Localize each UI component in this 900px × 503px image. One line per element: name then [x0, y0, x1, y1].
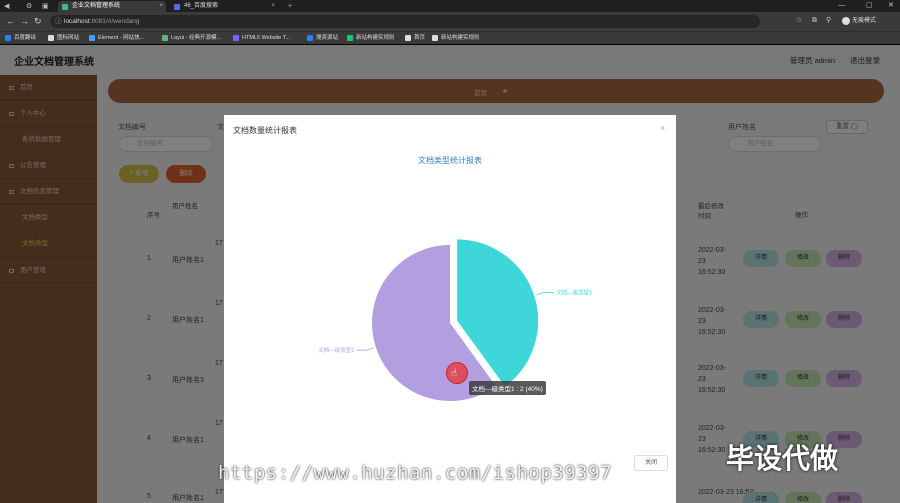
- maximize-icon[interactable]: ▢: [866, 0, 873, 12]
- tab-back-icon[interactable]: ◀: [4, 1, 9, 12]
- back-icon[interactable]: ←: [6, 15, 15, 27]
- incognito-avatar-icon: [842, 17, 850, 25]
- bookmark-label: 百度翻译: [14, 35, 37, 41]
- bookmark-item[interactable]: Layui - 经典开源模...: [162, 32, 221, 45]
- incognito-profile[interactable]: 无痕模式: [842, 15, 876, 27]
- bookmark-icon: [307, 35, 313, 41]
- hand-cursor-icon: ☝: [451, 368, 458, 379]
- url-field[interactable]: ⓘ localhost:8081/#/wendang: [50, 15, 760, 28]
- pie-chart: 文档—级类型1 文档—级类型2: [318, 238, 592, 401]
- vue-favicon-icon: [62, 4, 68, 10]
- bookmark-item[interactable]: 百度翻译: [5, 32, 36, 45]
- extension-icon[interactable]: ⧉: [812, 15, 817, 27]
- bookmark-label: 搜资源站: [316, 35, 339, 41]
- bookmark-item[interactable]: Element - 网站快...: [89, 32, 144, 45]
- tab-close-icon[interactable]: ×: [271, 1, 275, 12]
- bookmark-item[interactable]: HTML5 Website T...: [233, 32, 290, 45]
- page-viewport: 企业文档管理系统 管理员 admin 退出登录 首页 个人中心 系统数据管理 公…: [0, 45, 900, 503]
- bookmark-icon: [432, 35, 438, 41]
- chart-dialog: 文档数量统计报表 × 文档类型统计报表 文档—级类型1 文档—级类型2: [224, 115, 676, 503]
- bookmark-icon: [48, 35, 54, 41]
- pie-slice-label: 文档—级类型2: [318, 346, 354, 354]
- tab-active[interactable]: 企业文档管理系统 ×: [58, 1, 166, 12]
- tab-close-icon[interactable]: ×: [159, 1, 163, 12]
- bookmark-label: 首页: [414, 35, 426, 41]
- new-tab-button[interactable]: +: [288, 1, 292, 12]
- info-icon: ⓘ: [55, 18, 62, 25]
- url-host: localhost: [64, 18, 90, 25]
- tab-overview-icon[interactable]: ▣: [42, 1, 49, 12]
- bookmark-icon: [405, 35, 411, 41]
- bookmark-icon: [162, 35, 168, 41]
- baidu-favicon-icon: [174, 4, 180, 10]
- watermark-url: https://www.huzhan.com/ishop39397: [218, 462, 612, 484]
- bookmark-star-icon[interactable]: ☆: [796, 15, 802, 27]
- window-close-icon[interactable]: ✕: [888, 0, 894, 12]
- bookmark-item[interactable]: 搜资源站: [307, 32, 338, 45]
- url-path: :8081/#/wendang: [89, 18, 140, 25]
- tab-label: 46_百度搜索: [184, 3, 219, 9]
- tab-search-icon[interactable]: ⚙: [26, 1, 32, 12]
- bookmark-icon: [233, 35, 239, 41]
- pie-slice-label: 文档—级类型1: [556, 288, 592, 296]
- bookmark-icon: [5, 35, 11, 41]
- bookmark-label: Layui - 经典开源模...: [171, 35, 222, 41]
- bookmark-label: 图标网站: [57, 35, 80, 41]
- bookmark-item[interactable]: 新站构建实规则: [432, 32, 480, 45]
- bookmark-label: Element - 网站快...: [98, 35, 145, 41]
- bookmark-item[interactable]: 首页: [405, 32, 425, 45]
- bookmark-label: 新站构建实规则: [356, 35, 395, 41]
- reload-icon[interactable]: ↻: [34, 15, 42, 27]
- chart-tooltip: 文档—级类型1 : 2 (40%): [469, 381, 546, 395]
- bookmark-label: HTML5 Website T...: [242, 35, 291, 41]
- pie-label-line: [536, 292, 555, 296]
- incognito-label: 无痕模式: [852, 18, 877, 24]
- bookmark-item[interactable]: 图标网站: [48, 32, 79, 45]
- browser-tab-strip: ◀ ⚙ ▣ 企业文档管理系统 × 46_百度搜索 × + — ▢ ✕: [0, 0, 900, 12]
- bookmark-icon: [89, 35, 95, 41]
- watermark-text: 毕设代做: [726, 443, 839, 474]
- forward-icon[interactable]: →: [20, 15, 29, 27]
- pie-label-line: [356, 347, 375, 351]
- dialog-close-button[interactable]: 关闭: [634, 455, 668, 471]
- puzzle-icon[interactable]: ⚲: [826, 15, 831, 27]
- bookmark-label: 新站构建实规则: [441, 35, 480, 41]
- bookmark-item[interactable]: 新站构建实规则: [347, 32, 395, 45]
- tab-label: 企业文档管理系统: [72, 3, 121, 9]
- bookmark-icon: [347, 35, 353, 41]
- minimize-icon[interactable]: —: [838, 0, 845, 12]
- bookmarks-bar: 百度翻译 图标网站 Element - 网站快... Layui - 经典开源模…: [0, 31, 900, 44]
- tab-baidu[interactable]: 46_百度搜索 ×: [170, 1, 278, 12]
- address-bar-row: ← → ↻ ⓘ localhost:8081/#/wendang ☆ ⧉ ⚲ 无…: [0, 12, 900, 31]
